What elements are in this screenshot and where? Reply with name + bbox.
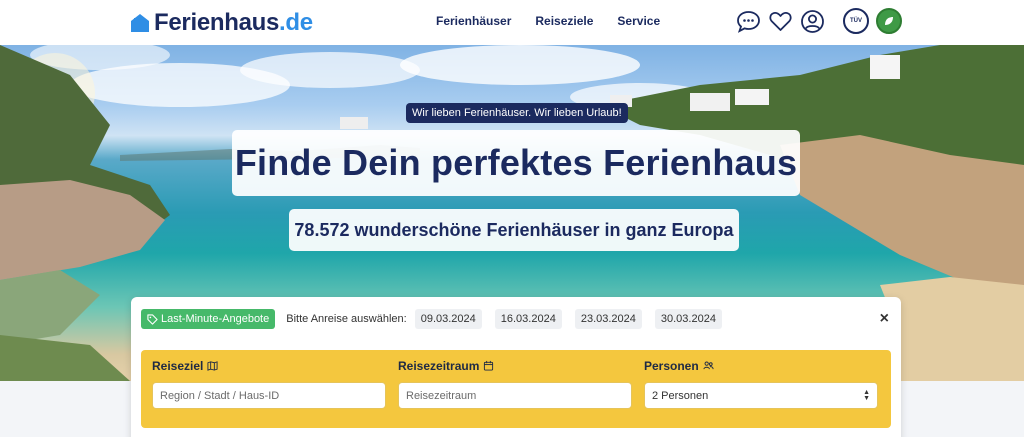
site-header: Ferienhaus.de Ferienhäuser Reiseziele Se… [0,0,1024,45]
headline-box: Finde Dein perfektes Ferienhaus [232,130,800,196]
destination-field-group: Reiseziel [152,358,386,409]
arrival-date-chip[interactable]: 30.03.2024 [654,309,722,329]
last-minute-row: Last-Minute-Angebote Bitte Anreise auswä… [141,309,735,329]
destination-input-wrapper [152,382,386,409]
arrival-label: Bitte Anreise auswählen: [286,313,407,325]
search-form: Reiseziel Reisezeitraum [141,350,891,428]
hero-subline: 78.572 wunderschöne Ferienhäuser in ganz… [294,219,734,240]
search-panel: Last-Minute-Angebote Bitte Anreise auswä… [131,297,901,437]
logo[interactable]: Ferienhaus.de [130,9,313,37]
people-icon [703,361,714,370]
destination-label: Reiseziel [152,358,386,373]
period-label: Reisezeitraum [398,358,632,373]
nav-item-ferienhaeuser[interactable]: Ferienhäuser [436,14,511,28]
close-icon[interactable]: × [880,309,889,329]
nav-item-reiseziele[interactable]: Reiseziele [535,14,593,28]
leaf-icon [885,17,893,25]
map-icon [207,361,218,371]
main-nav: Ferienhäuser Reiseziele Service [436,14,660,28]
chat-icon[interactable] [736,9,761,34]
persons-field-group: Personen 2 Personen ▲ ▼ [644,358,878,409]
last-minute-button[interactable]: Last-Minute-Angebote [141,309,276,329]
select-arrows-icon: ▲ ▼ [863,388,870,402]
house-icon [131,14,149,32]
persons-select[interactable]: 2 Personen ▲ ▼ [644,382,878,409]
logo-text: Ferienhaus.de [154,9,313,36]
hero-tagline: Wir lieben Ferienhäuser. Wir lieben Urla… [406,103,628,123]
heart-icon[interactable] [768,9,793,34]
last-minute-label: Last-Minute-Angebote [161,313,270,325]
tuv-seal-badge[interactable]: TÜV [843,8,869,34]
page-title: Finde Dein perfektes Ferienhaus [234,142,798,183]
arrival-date-chip[interactable]: 09.03.2024 [414,309,482,329]
subline-box: 78.572 wunderschöne Ferienhäuser in ganz… [289,209,739,251]
nav-item-service[interactable]: Service [617,14,660,28]
period-field-group: Reisezeitraum [398,358,632,409]
trust-badges: TÜV [843,8,902,34]
tag-icon [147,313,158,325]
arrival-date-chip[interactable]: 16.03.2024 [494,309,562,329]
persons-label: Personen [644,358,878,373]
period-input-wrapper [398,382,632,409]
calendar-icon [484,360,494,371]
user-icon[interactable] [800,9,825,34]
destination-input[interactable] [160,389,378,402]
persons-select-value: 2 Personen [652,389,709,402]
arrival-date-chip[interactable]: 23.03.2024 [574,309,642,329]
period-input[interactable] [406,389,624,402]
header-actions [736,9,825,34]
green-seal-badge[interactable] [876,8,902,34]
